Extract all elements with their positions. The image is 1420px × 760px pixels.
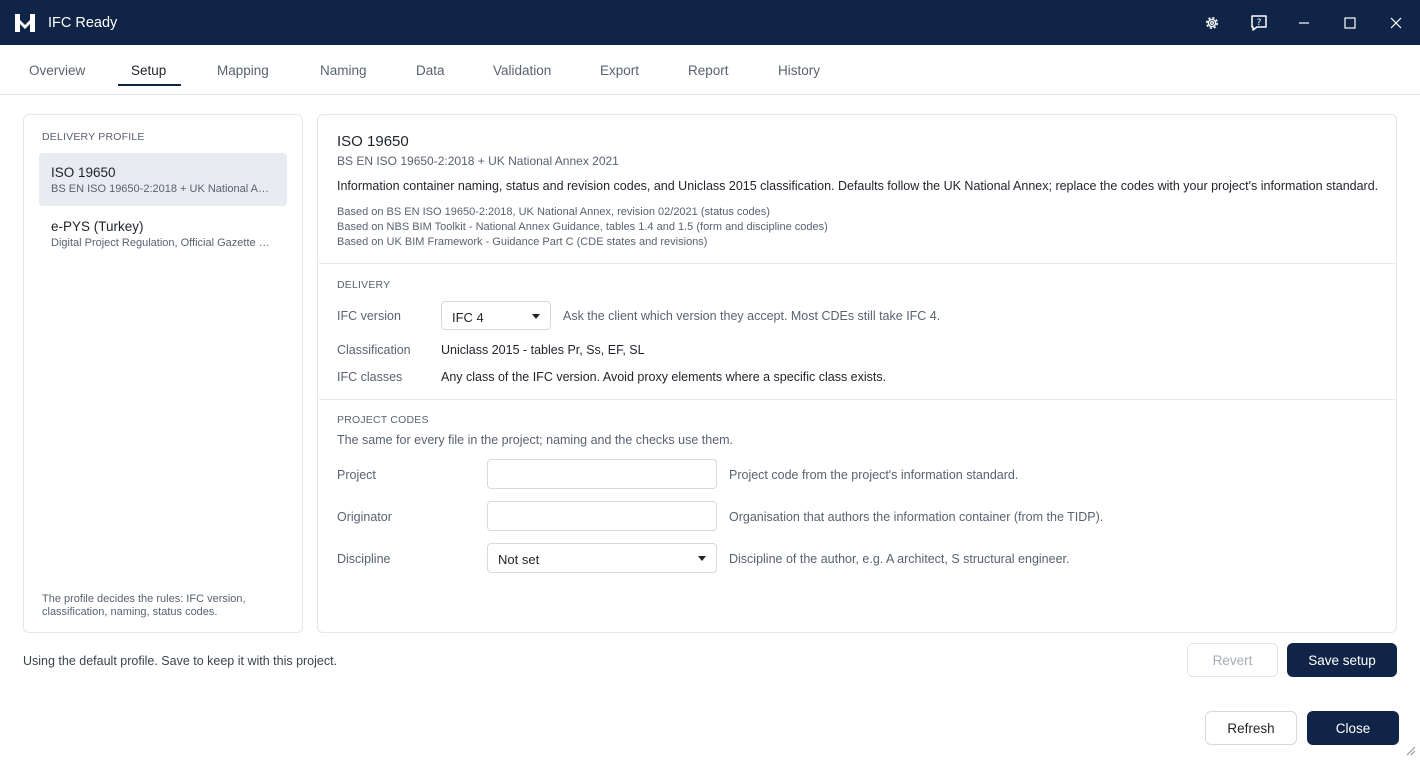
title-bar: IFC Ready ? [0,0,1420,45]
originator-input[interactable] [487,501,717,531]
tab-setup[interactable]: Setup [131,45,166,88]
maximize-button[interactable] [1336,9,1364,37]
delivery-heading: DELIVERY [337,279,391,291]
discipline-hint: Discipline of the author, e.g. A archite… [729,552,1070,566]
help-chat-icon: ? [1251,15,1267,31]
ifc-classes-value: Any class of the IFC version. Avoid prox… [441,370,887,384]
project-code-input[interactable] [487,459,717,489]
tab-bar: Overview Setup Mapping Naming Data Valid… [0,45,1420,95]
delivery-profile-panel: DELIVERY PROFILE ISO 19650 BS EN ISO 196… [23,114,303,633]
classification-label: Classification [337,343,411,357]
project-hint: Project code from the project's informat… [729,468,1019,482]
ifc-classes-label: IFC classes [337,370,403,384]
tab-history[interactable]: History [778,45,820,88]
refresh-button[interactable]: Refresh [1205,711,1297,745]
delivery-profile-heading: DELIVERY PROFILE [42,131,145,143]
profile-detail-panel: ISO 19650 BS EN ISO 19650-2:2018 + UK Na… [317,114,1397,633]
tab-overview[interactable]: Overview [29,45,85,88]
revert-button[interactable]: Revert [1187,643,1278,677]
profile-source: Based on NBS BIM Toolkit - National Anne… [337,221,828,233]
tab-naming[interactable]: Naming [320,45,367,88]
discipline-select[interactable]: Not set [487,543,717,573]
section-divider [319,263,1395,264]
maximize-icon [1344,17,1356,29]
resize-grip-icon[interactable] [1404,744,1416,756]
ifc-ready-logo-icon [15,13,35,32]
chevron-down-icon [532,314,540,319]
profile-source: Based on UK BIM Framework - Guidance Par… [337,236,708,248]
tab-report[interactable]: Report [688,45,729,88]
profile-status-text: Using the default profile. Save to keep … [23,654,338,668]
tab-data[interactable]: Data [416,45,445,88]
close-window-button[interactable] [1382,9,1410,37]
profile-item-e-pys-turkey[interactable]: e-PYS (Turkey) Digital Project Regulatio… [39,207,287,260]
close-icon [1390,17,1402,29]
ifc-version-hint: Ask the client which version they accept… [563,309,941,323]
svg-text:?: ? [1257,18,1262,28]
profile-subtitle: BS EN ISO 19650-2:2018 + UK National Ann… [337,154,619,168]
gear-icon [1206,17,1218,29]
close-button[interactable]: Close [1307,711,1399,745]
profile-item-subtitle: BS EN ISO 19650-2:2018 + UK National Ann… [51,183,275,195]
ifc-version-value: IFC 4 [452,310,484,325]
ifc-version-select[interactable]: IFC 4 [441,301,551,330]
save-setup-button[interactable]: Save setup [1287,643,1397,677]
section-divider [319,399,1395,400]
tab-validation[interactable]: Validation [493,45,551,88]
settings-button[interactable] [1198,9,1226,37]
profile-description: Information container naming, status and… [337,179,1379,193]
profile-title: ISO 19650 [337,133,409,150]
active-tab-indicator [118,84,181,86]
discipline-label: Discipline [337,552,391,566]
profile-item-iso-19650[interactable]: ISO 19650 BS EN ISO 19650-2:2018 + UK Na… [39,153,287,206]
help-button[interactable]: ? [1245,9,1273,37]
profile-panel-note: The profile decides the rules: IFC versi… [42,593,246,618]
profile-item-name: ISO 19650 [51,165,116,180]
classification-value: Uniclass 2015 - tables Pr, Ss, EF, SL [441,343,645,357]
project-codes-subtitle: The same for every file in the project; … [337,433,734,447]
minimize-button[interactable] [1290,9,1318,37]
project-codes-heading: PROJECT CODES [337,414,429,426]
minimize-icon [1299,22,1309,24]
app-title: IFC Ready [48,14,118,31]
project-label: Project [337,468,376,482]
tab-export[interactable]: Export [600,45,639,88]
profile-item-subtitle: Digital Project Regulation, Official Gaz… [51,237,275,249]
chevron-down-icon [698,556,706,561]
originator-hint: Organisation that authors the informatio… [729,510,1104,524]
ifc-version-label: IFC version [337,309,401,323]
originator-label: Originator [337,510,392,524]
profile-item-name: e-PYS (Turkey) [51,219,144,234]
tab-mapping[interactable]: Mapping [217,45,269,88]
discipline-value: Not set [498,552,540,567]
profile-source: Based on BS EN ISO 19650-2:2018, UK Nati… [337,206,770,218]
